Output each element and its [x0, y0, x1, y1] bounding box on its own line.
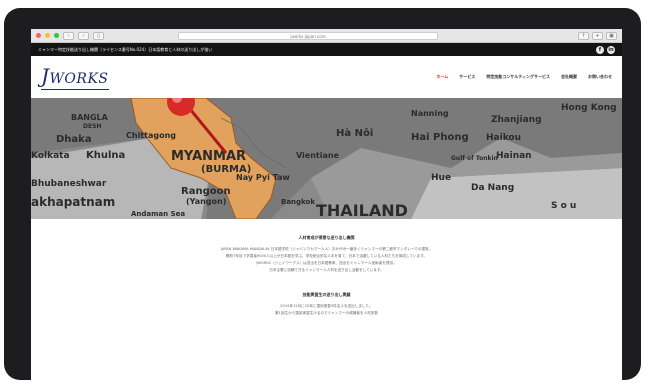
section-title: 人材育成が得意な送り出し機関: [298, 235, 355, 240]
section-line: 日本企業に信頼できるミャンマー人人材を送り出し活動をしています。: [269, 268, 384, 272]
map-label-thailand: THAILAND: [316, 201, 408, 219]
address-bar[interactable]: jworks-japan.com: [178, 31, 438, 40]
map-label-bhubaneshwar: Bhubaneshwar: [31, 179, 107, 189]
new-tab-icon[interactable]: +: [592, 31, 603, 40]
nav-item-company[interactable]: 会社概要: [561, 74, 577, 80]
map-label-chittagong: Chittagong: [126, 131, 176, 140]
nav-item-consulting[interactable]: 特定技能コンサルティングサービス: [486, 74, 550, 80]
share-icon[interactable]: ↑: [578, 31, 589, 40]
site-header: JWORKS ホーム サービス 特定技能コンサルティングサービス 会社概要 お問…: [31, 56, 622, 98]
hero-map-image: BANGLA DESH Dhaka Kolkata Khulna Bhubane…: [31, 98, 622, 219]
map-label-gulf-of-tonkin: Gulf of Tonkin: [451, 155, 498, 162]
map-label-hanoi: Hà Nôi: [336, 127, 373, 139]
section-line: 開校7年目で学習者9000人以上が日本語を学ぶ、学校総合的な人手を育て、日本で活…: [225, 254, 428, 258]
section-line: 第1回生から運用実習生けるのでミャンマーの候補者を人材多数: [275, 311, 378, 315]
map-label-rangoon: Rangoon: [181, 186, 231, 197]
tabs-overview-icon[interactable]: ▣: [606, 31, 617, 40]
map-label-vientiane: Vientiane: [296, 151, 340, 160]
sidebar-icon[interactable]: ▯: [93, 31, 104, 40]
announcement-bar: ミャンマー特定技能送り出し機関（ライセンス番号No.024）日本語教育と人材の送…: [31, 43, 622, 56]
map-label-bangladesh: BANGLA: [71, 113, 109, 122]
main-nav: ホーム サービス 特定技能コンサルティングサービス 会社概要 お問い合わせ: [436, 74, 612, 80]
laptop-frame: ‹ › ▯ jworks-japan.com ↑ + ▣ ミャンマー特定技能送り…: [4, 8, 641, 380]
site-logo[interactable]: JWORKS: [41, 64, 109, 90]
map-label-bangkok: Bangkok: [281, 198, 315, 206]
nav-item-home[interactable]: ホーム: [436, 74, 448, 80]
map-label-haiphong: Hai Phong: [411, 132, 469, 143]
map-label-south-china-sea: S o u: [551, 201, 576, 211]
linkedin-icon[interactable]: in: [607, 45, 615, 54]
map-label-desh: DESH: [83, 123, 101, 130]
facebook-icon[interactable]: f: [596, 45, 604, 54]
map-label-myanmar: MYANMAR: [171, 149, 246, 164]
section-line: JWORKS（ジェイワークス）は送出を日本語教育、送出をミャンマー人技術者を提供…: [256, 261, 397, 265]
browser-window: ‹ › ▯ jworks-japan.com ↑ + ▣ ミャンマー特定技能送り…: [31, 29, 622, 380]
maximize-window-button[interactable]: [54, 33, 59, 38]
map-label-haikou: Haikou: [486, 133, 521, 143]
section-line: JAPAN WAKAMA MANDALAY 日本語学校（ジャパンワカマー人人）お…: [220, 247, 433, 251]
section-title: 技能実習生の送り出し実績: [302, 292, 351, 297]
back-icon[interactable]: ‹: [63, 31, 74, 40]
main-content: 人材育成が得意な送り出し機関 JAPAN WAKAMA MANDALAY 日本語…: [31, 219, 622, 317]
close-window-button[interactable]: [36, 33, 41, 38]
map-label-hue: Hue: [431, 173, 451, 183]
announcement-text: ミャンマー特定技能送り出し機関（ライセンス番号No.024）日本語教育と人材の送…: [38, 46, 213, 52]
map-label-hainan: Hainan: [496, 151, 532, 161]
map-label-hongkong: Hong Kong: [561, 103, 617, 113]
map-label-naypyitaw: Nay Pyi Taw: [236, 173, 290, 182]
forward-icon[interactable]: ›: [78, 31, 89, 40]
browser-toolbar: ‹ › ▯ jworks-japan.com ↑ + ▣: [31, 29, 622, 43]
map-label-visakhapatnam: akhapatnam: [31, 195, 115, 209]
map-label-nanning: Nanning: [411, 109, 449, 118]
nav-item-contact[interactable]: お問い合わせ: [588, 74, 612, 80]
map-label-andaman-sea: Andaman Sea: [131, 210, 185, 218]
map-label-dhaka: Dhaka: [56, 134, 92, 145]
map-graphic: BANGLA DESH Dhaka Kolkata Khulna Bhubane…: [31, 98, 622, 219]
minimize-window-button[interactable]: [45, 33, 50, 38]
map-label-danang: Da Nang: [471, 183, 514, 193]
map-label-khulna: Khulna: [86, 150, 125, 161]
section-line: 2019年12月に25年に運用実習5件名人を送出しました。: [280, 304, 373, 308]
map-label-zhanjiang: Zhanjiang: [491, 115, 542, 125]
map-label-yangon: (Yangon): [186, 197, 226, 206]
nav-item-services[interactable]: サービス: [459, 74, 475, 80]
map-label-kolkata: Kolkata: [31, 151, 70, 161]
